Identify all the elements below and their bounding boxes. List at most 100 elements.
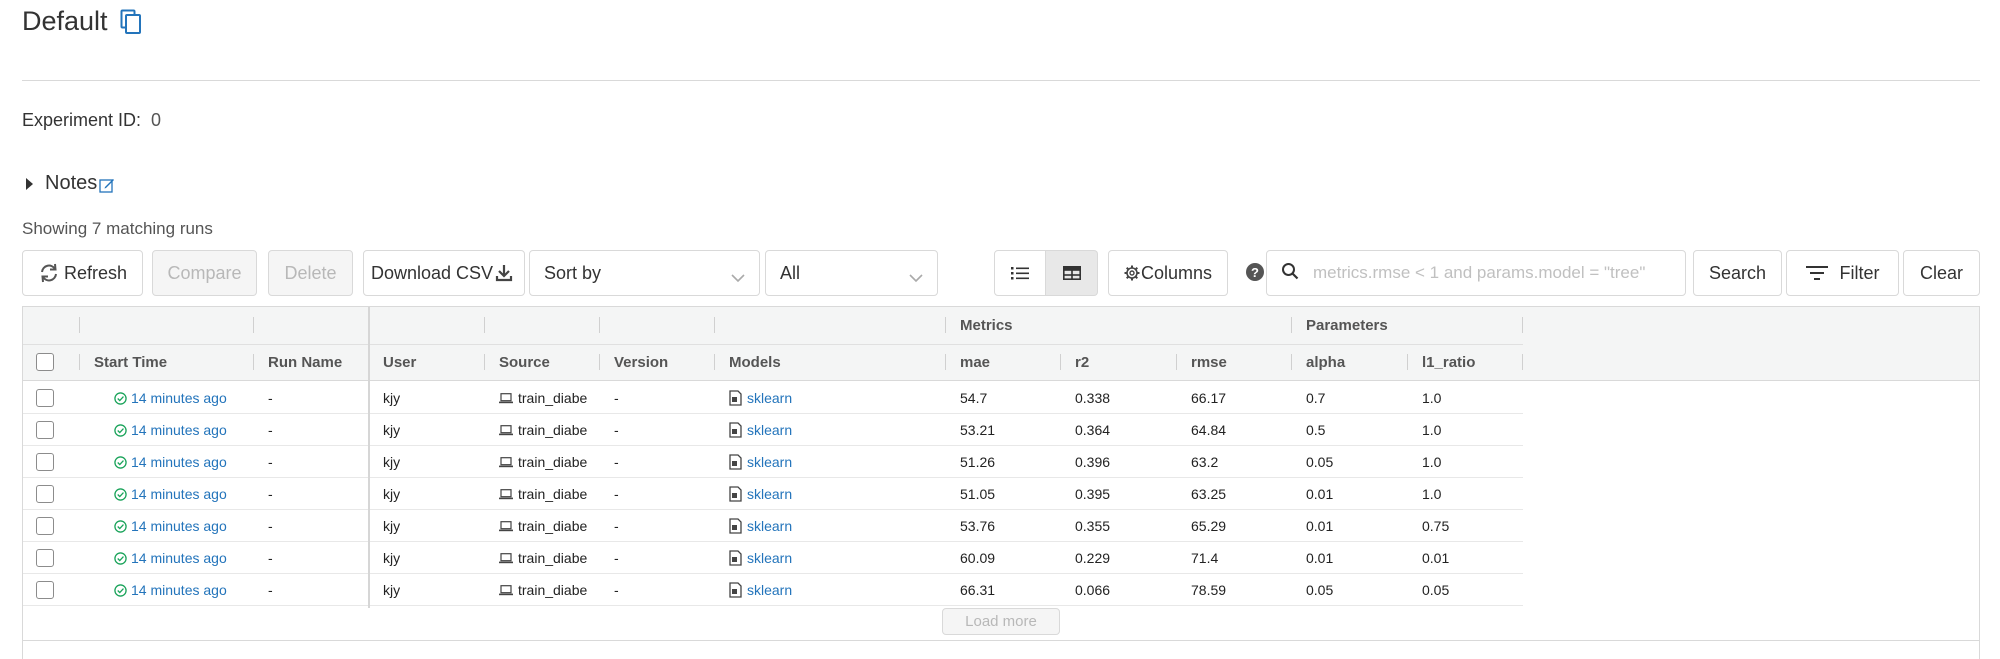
refresh-button[interactable]: Refresh [22,250,143,296]
sort-by-select[interactable]: Sort by [529,250,760,296]
lifecycle-filter-select[interactable]: All [765,250,938,296]
filter-icon [1805,265,1828,281]
column-header-r2[interactable]: r2 [1075,354,1089,371]
model-link[interactable]: sklearn [747,550,792,566]
start-time-cell[interactable]: 14 minutes ago [114,446,227,478]
column-divider [1522,354,1523,370]
start-time-cell[interactable]: 14 minutes ago [114,414,227,446]
run-link[interactable]: 14 minutes ago [131,454,227,470]
column-divider [1060,354,1061,370]
model-link[interactable]: sklearn [747,390,792,406]
model-link[interactable]: sklearn [747,582,792,598]
select-all-checkbox[interactable] [36,353,54,371]
row-checkbox[interactable] [36,485,54,503]
start-time-cell[interactable]: 14 minutes ago [114,382,227,414]
row-checkbox[interactable] [36,453,54,471]
column-header-l1-ratio[interactable]: l1_ratio [1422,354,1475,371]
clear-button[interactable]: Clear [1903,250,1980,296]
laptop-icon [499,479,513,510]
rmse-cell: 63.25 [1191,486,1227,502]
run-link[interactable]: 14 minutes ago [131,518,227,534]
column-header-models[interactable]: Models [729,354,781,371]
source-cell[interactable]: train_diabe [499,446,597,478]
source-cell[interactable]: train_diabe [499,414,597,446]
start-time-cell[interactable]: 14 minutes ago [114,478,227,510]
l1-ratio-cell: 1.0 [1422,390,1442,406]
row-checkbox[interactable] [36,549,54,567]
model-cell[interactable]: sklearn [729,542,792,574]
source-cell[interactable]: train_diabe [499,542,597,574]
model-cell[interactable]: sklearn [729,446,792,478]
columns-button[interactable]: Columns [1108,250,1228,296]
check-circle-icon [114,544,127,574]
copy-icon[interactable] [120,9,142,35]
compare-button[interactable]: Compare [152,250,257,296]
model-cell[interactable]: sklearn [729,478,792,510]
rmse-cell: 71.4 [1191,550,1219,566]
model-cell[interactable]: sklearn [729,382,792,414]
version-cell: - [614,454,619,470]
column-header-version[interactable]: Version [614,354,668,371]
model-link[interactable]: sklearn [747,486,792,502]
download-csv-button[interactable]: Download CSV [363,250,525,296]
source-cell[interactable]: train_diabe [499,574,597,606]
model-link[interactable]: sklearn [747,422,792,438]
run-name-cell: - [268,454,273,470]
column-divider [484,354,485,370]
table-footer-divider [23,640,1979,641]
run-link[interactable]: 14 minutes ago [131,550,227,566]
list-view-button[interactable] [994,250,1046,296]
column-header-start-time[interactable]: Start Time [94,354,167,371]
search-input[interactable] [1313,263,1673,283]
r2-cell: 0.355 [1075,518,1111,534]
model-cell[interactable]: sklearn [729,510,792,542]
r2-cell: 0.364 [1075,422,1111,438]
column-header-rmse[interactable]: rmse [1191,354,1227,371]
start-time-cell[interactable]: 14 minutes ago [114,510,227,542]
source-cell[interactable]: train_diabe [499,478,597,510]
search-button[interactable]: Search [1693,250,1782,296]
table-row: 14 minutes ago - kjy train_diabe - sklea… [23,446,1523,478]
row-checkbox[interactable] [36,421,54,439]
start-time-cell[interactable]: 14 minutes ago [114,542,227,574]
table-view-button[interactable] [1046,250,1098,296]
run-link[interactable]: 14 minutes ago [131,486,227,502]
source-cell[interactable]: train_diabe [499,382,597,414]
model-icon [729,577,742,606]
run-name-cell: - [268,582,273,598]
edit-icon[interactable] [99,176,115,193]
model-link[interactable]: sklearn [747,518,792,534]
model-link[interactable]: sklearn [747,454,792,470]
row-checkbox[interactable] [36,581,54,599]
page-title: Default [22,6,108,36]
help-icon[interactable]: ? [1246,263,1264,281]
pinned-columns-divider [368,307,370,608]
row-checkbox[interactable] [36,389,54,407]
model-cell[interactable]: sklearn [729,414,792,446]
model-icon [729,449,742,478]
model-cell[interactable]: sklearn [729,574,792,606]
start-time-cell[interactable]: 14 minutes ago [114,574,227,606]
notes-toggle[interactable]: Notes [22,172,115,195]
column-header-run-name[interactable]: Run Name [268,354,342,371]
delete-button[interactable]: Delete [268,250,353,296]
matching-runs-count: Showing 7 matching runs [22,219,213,238]
run-link[interactable]: 14 minutes ago [131,582,227,598]
column-header-mae[interactable]: mae [960,354,990,371]
source-cell[interactable]: train_diabe [499,510,597,542]
column-header-alpha[interactable]: alpha [1306,354,1345,371]
column-header-user[interactable]: User [383,354,416,371]
column-divider [1522,317,1523,333]
run-link[interactable]: 14 minutes ago [131,422,227,438]
row-checkbox[interactable] [36,517,54,535]
filter-button[interactable]: Filter [1786,250,1899,296]
run-link[interactable]: 14 minutes ago [131,390,227,406]
alpha-cell: 0.01 [1306,550,1334,566]
column-header-source[interactable]: Source [499,354,550,371]
version-cell: - [614,550,619,566]
alpha-cell: 0.01 [1306,486,1334,502]
load-more-button[interactable]: Load more [942,608,1060,635]
filter-label: Filter [1839,262,1880,283]
r2-cell: 0.066 [1075,582,1111,598]
model-icon [729,545,742,574]
